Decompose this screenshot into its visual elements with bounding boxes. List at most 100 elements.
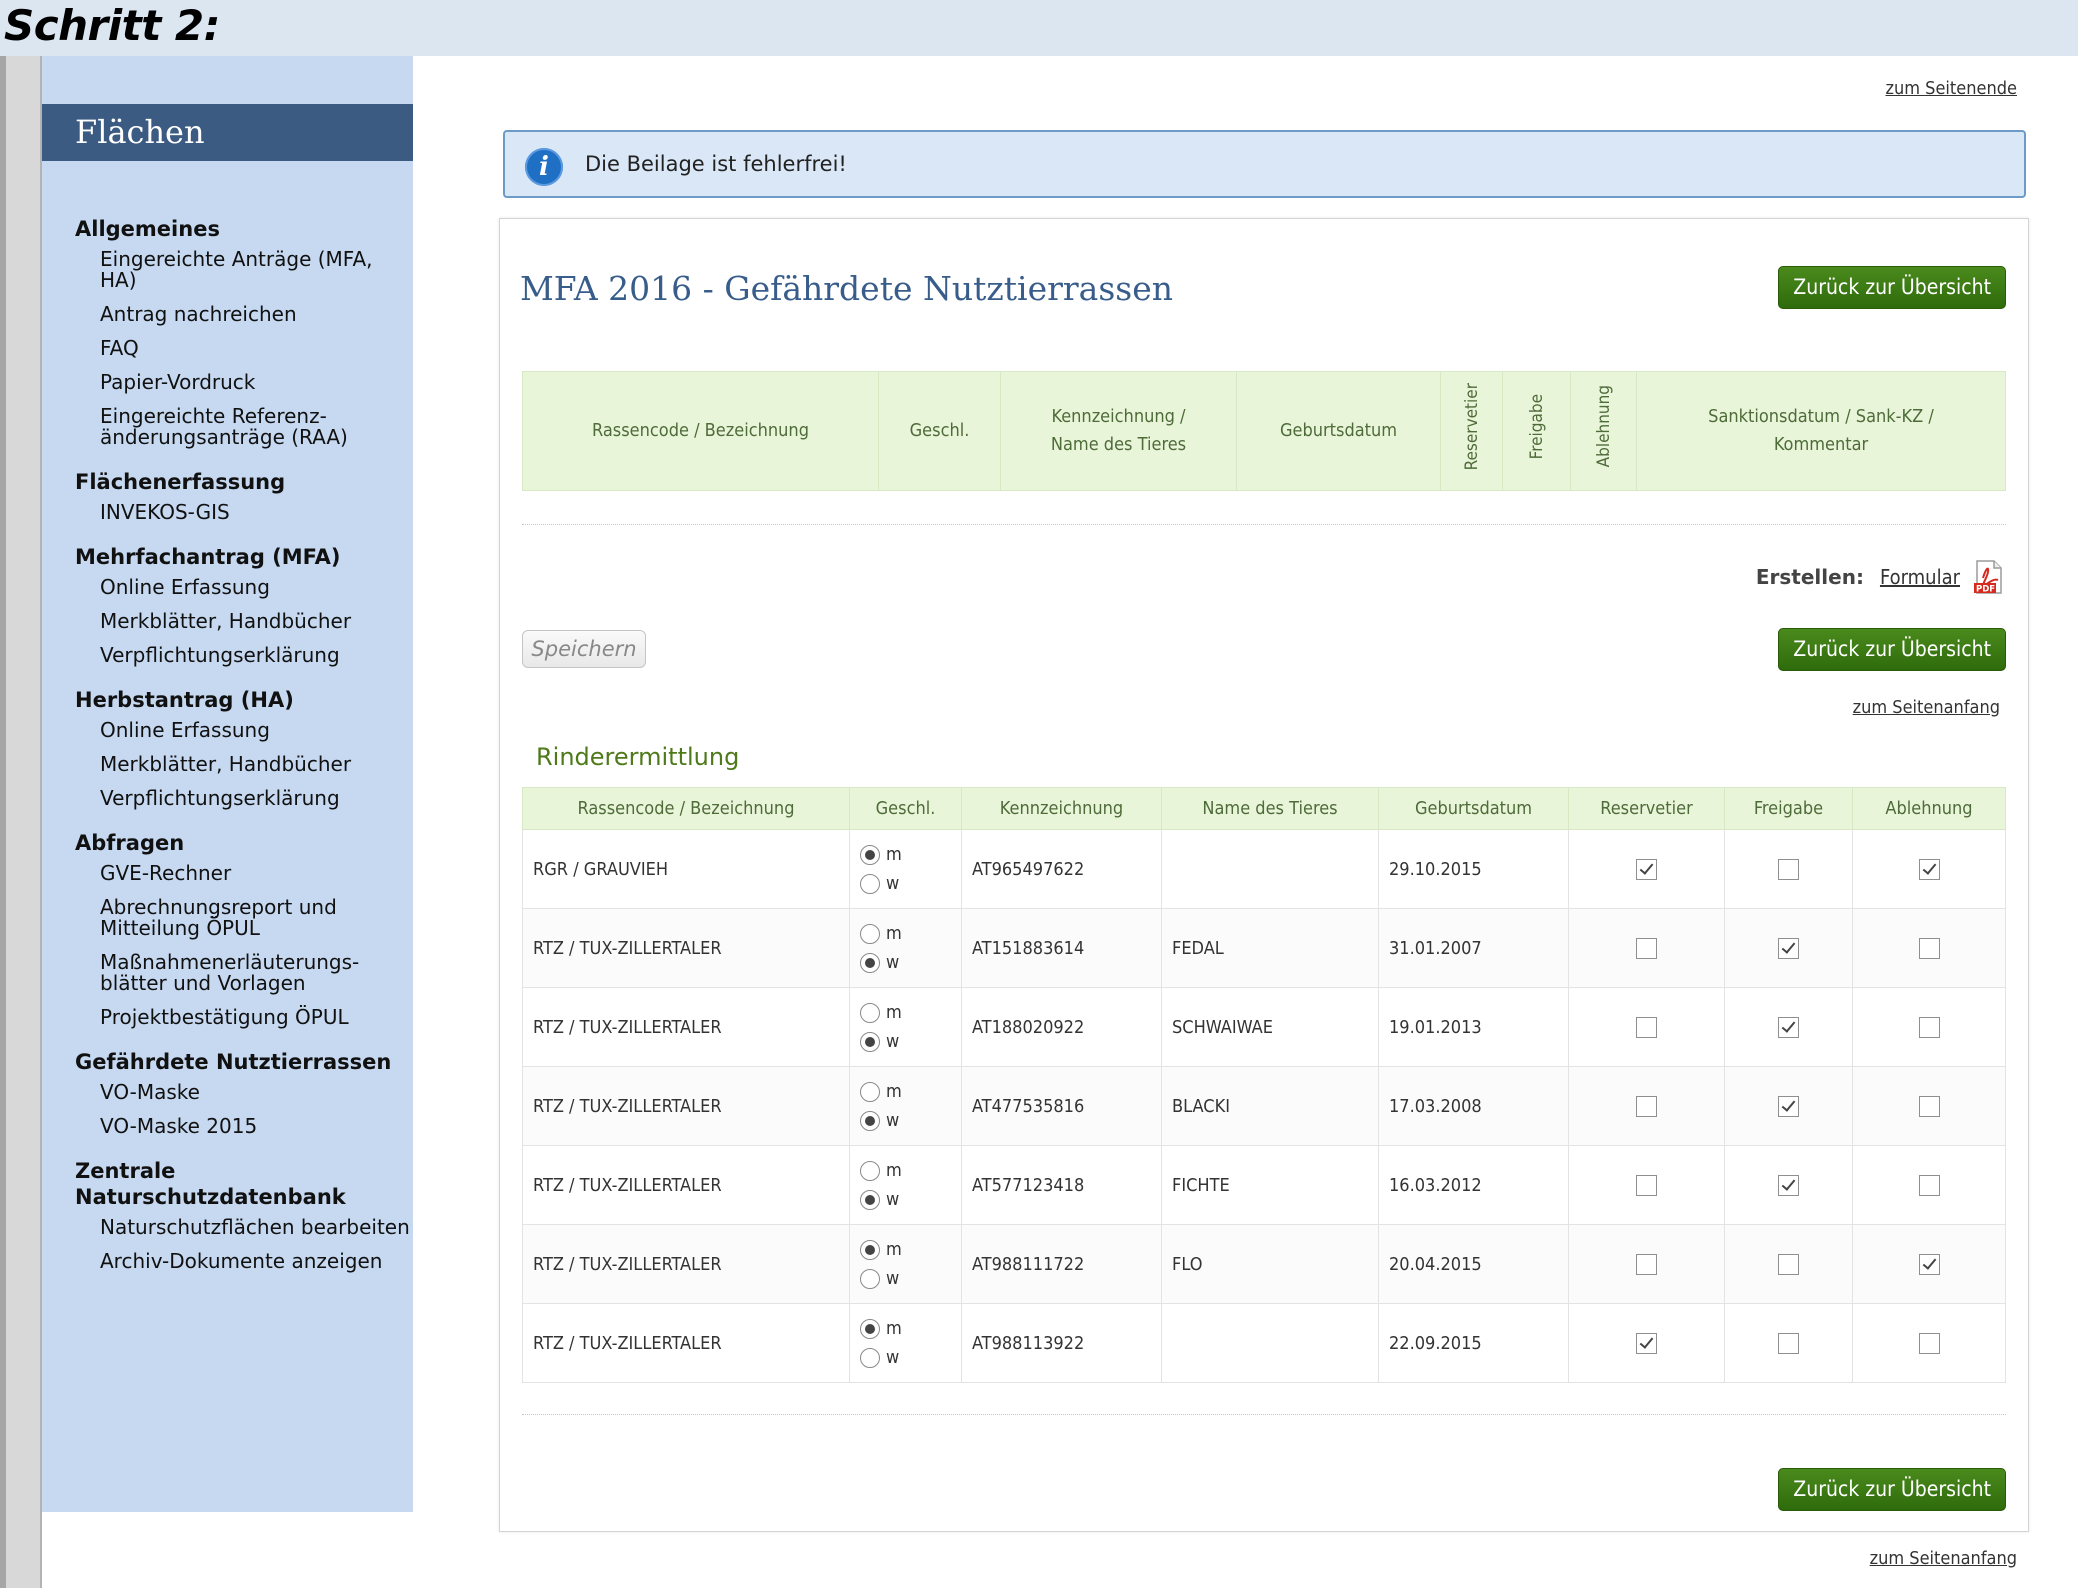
reject-checkbox[interactable] xyxy=(1918,858,1940,880)
sidebar-nav-item[interactable]: FAQ xyxy=(75,338,411,359)
reserve-checkbox[interactable] xyxy=(1636,1016,1657,1038)
release-checkbox[interactable] xyxy=(1778,1332,1799,1354)
reserve-checkbox[interactable] xyxy=(1636,1174,1657,1196)
sidebar-nav-item[interactable]: Eingereichte Referenz-änderungsanträge (… xyxy=(75,406,411,448)
reject-checkbox[interactable] xyxy=(1918,937,1940,959)
link-to-page-start[interactable]: zum Seitenanfang xyxy=(1853,697,2000,718)
sex-radio-m[interactable]: m xyxy=(860,1318,961,1339)
release-cell xyxy=(1724,1303,1853,1383)
breed-cell: RTZ / TUX-ZILLERTALER xyxy=(522,987,850,1067)
id-cell: AT988113922 xyxy=(961,1303,1162,1383)
radio-button[interactable] xyxy=(860,1189,880,1210)
back-to-overview-button-top[interactable]: Zurück zur Übersicht xyxy=(1778,266,2006,309)
sidebar-nav-item[interactable]: Verpflichtungserklärung xyxy=(75,788,411,809)
sidebar-nav-item[interactable]: Maßnahmenerläuterungs-blätter und Vorlag… xyxy=(75,952,411,994)
link-to-page-end[interactable]: zum Seitenende xyxy=(1886,78,2018,99)
sidebar-nav-item[interactable]: Naturschutzflächen bearbeiten xyxy=(75,1217,411,1238)
reserve-checkbox[interactable] xyxy=(1636,1095,1657,1117)
reserve-checkbox[interactable] xyxy=(1636,858,1657,880)
reserve-cell xyxy=(1568,1303,1725,1383)
reject-cell xyxy=(1852,1066,2006,1146)
sidebar-nav-item[interactable]: Projektbestätigung ÖPUL xyxy=(75,1007,411,1028)
radio-button[interactable] xyxy=(860,952,880,973)
release-checkbox[interactable] xyxy=(1778,1016,1799,1038)
sex-radio-m[interactable]: m xyxy=(860,923,961,944)
release-checkbox[interactable] xyxy=(1778,937,1799,959)
sex-radio-m[interactable]: m xyxy=(860,1002,961,1023)
release-cell xyxy=(1724,1145,1853,1225)
sidebar-nav-item[interactable]: Antrag nachreichen xyxy=(75,304,411,325)
radio-button[interactable] xyxy=(860,1347,880,1368)
sidebar-nav-item[interactable]: Online Erfassung xyxy=(75,577,411,598)
radio-button[interactable] xyxy=(860,844,880,865)
sex-radio-w[interactable]: w xyxy=(860,1189,961,1210)
link-to-page-start-bottom[interactable]: zum Seitenanfang xyxy=(1870,1548,2017,1569)
pdf-icon[interactable]: PDF xyxy=(1974,560,2004,595)
sidebar-nav-item[interactable]: VO-Maske xyxy=(75,1082,411,1103)
sidebar-nav-item[interactable]: Abrechnungsreport und Mitteilung ÖPUL xyxy=(75,897,411,939)
release-checkbox[interactable] xyxy=(1778,1095,1799,1117)
form-link[interactable]: Formular xyxy=(1880,565,1960,589)
nav-group: Herbstantrag (HA) Online Erfassung Merkblä… xyxy=(75,687,411,809)
radio-button[interactable] xyxy=(860,1031,880,1052)
back-to-overview-button-bottom[interactable]: Zurück zur Übersicht xyxy=(1778,1468,2006,1511)
radio-button[interactable] xyxy=(860,1239,880,1260)
radio-button[interactable] xyxy=(860,1268,880,1289)
sex-radio-w[interactable]: w xyxy=(860,952,961,973)
sidebar-nav-item[interactable]: GVE-Rechner xyxy=(75,863,411,884)
radio-button[interactable] xyxy=(860,923,880,944)
release-checkbox[interactable] xyxy=(1778,1253,1799,1275)
table-row: RTZ / TUX-ZILLERTALER m w AT477535816 BLACKI… xyxy=(522,1066,2006,1146)
reject-checkbox[interactable] xyxy=(1918,1095,1940,1117)
summary-header-birth: Geburtsdatum xyxy=(1236,371,1441,491)
nav-group: Flächenerfassung INVEKOS-GIS xyxy=(75,469,411,523)
reject-checkbox[interactable] xyxy=(1918,1253,1940,1275)
sidebar-nav-item[interactable]: Verpflichtungserklärung xyxy=(75,645,411,666)
id-cell: AT151883614 xyxy=(961,908,1162,988)
back-to-overview-button-middle[interactable]: Zurück zur Übersicht xyxy=(1778,628,2006,671)
reserve-checkbox[interactable] xyxy=(1636,1332,1657,1354)
reject-checkbox[interactable] xyxy=(1918,1332,1940,1354)
release-checkbox[interactable] xyxy=(1778,1174,1799,1196)
radio-button[interactable] xyxy=(860,1318,880,1339)
sidebar-nav-item[interactable]: Merkblätter, Handbücher xyxy=(75,754,411,775)
sex-radio-m[interactable]: m xyxy=(860,1160,961,1181)
section-title: Rinderermittlung xyxy=(536,743,740,771)
sex-radio-m[interactable]: m xyxy=(860,1081,961,1102)
sidebar-nav-item[interactable]: Papier-Vordruck xyxy=(75,372,411,393)
sidebar-nav-item[interactable]: Merkblätter, Handbücher xyxy=(75,611,411,632)
sex-radio-m[interactable]: m xyxy=(860,1239,961,1260)
radio-button[interactable] xyxy=(860,1081,880,1102)
radio-label: m xyxy=(886,844,902,865)
release-checkbox[interactable] xyxy=(1778,858,1799,880)
reject-checkbox[interactable] xyxy=(1918,1174,1940,1196)
reserve-checkbox[interactable] xyxy=(1636,937,1657,959)
radio-button[interactable] xyxy=(860,873,880,894)
header-release: Freigabe xyxy=(1724,787,1853,830)
sex-radio-m[interactable]: m xyxy=(860,844,961,865)
radio-button[interactable] xyxy=(860,1002,880,1023)
sex-radio-w[interactable]: w xyxy=(860,873,961,894)
save-button[interactable]: Speichern xyxy=(522,630,646,668)
sex-radio-w[interactable]: w xyxy=(860,1031,961,1052)
sex-radio-w[interactable]: w xyxy=(860,1347,961,1368)
sex-radio-w[interactable]: w xyxy=(860,1268,961,1289)
sex-radio-w[interactable]: w xyxy=(860,1110,961,1131)
header-name: Name des Tieres xyxy=(1161,787,1379,830)
radio-button[interactable] xyxy=(860,1110,880,1131)
sidebar-nav-item[interactable]: Online Erfassung xyxy=(75,720,411,741)
birth-cell: 19.01.2013 xyxy=(1378,987,1569,1067)
radio-button[interactable] xyxy=(860,1160,880,1181)
sidebar-nav-item[interactable]: Archiv-Dokumente anzeigen xyxy=(75,1251,411,1272)
create-label: Erstellen: xyxy=(1755,565,1864,589)
info-message: Die Beilage ist fehlerfrei! xyxy=(585,152,847,176)
sidebar-nav-item[interactable]: VO-Maske 2015 xyxy=(75,1116,411,1137)
radio-label: m xyxy=(886,1081,902,1102)
sidebar-nav-item[interactable]: Eingereichte Anträge (MFA, HA) xyxy=(75,249,411,291)
sidebar-nav-item[interactable]: INVEKOS-GIS xyxy=(75,502,411,523)
radio-label: w xyxy=(886,873,900,894)
reject-checkbox[interactable] xyxy=(1918,1016,1940,1038)
cattle-table: Rassencode / Bezeichnung Geschl. Kennzei… xyxy=(522,787,2006,1383)
reserve-checkbox[interactable] xyxy=(1636,1253,1657,1275)
birth-cell: 29.10.2015 xyxy=(1378,829,1569,909)
